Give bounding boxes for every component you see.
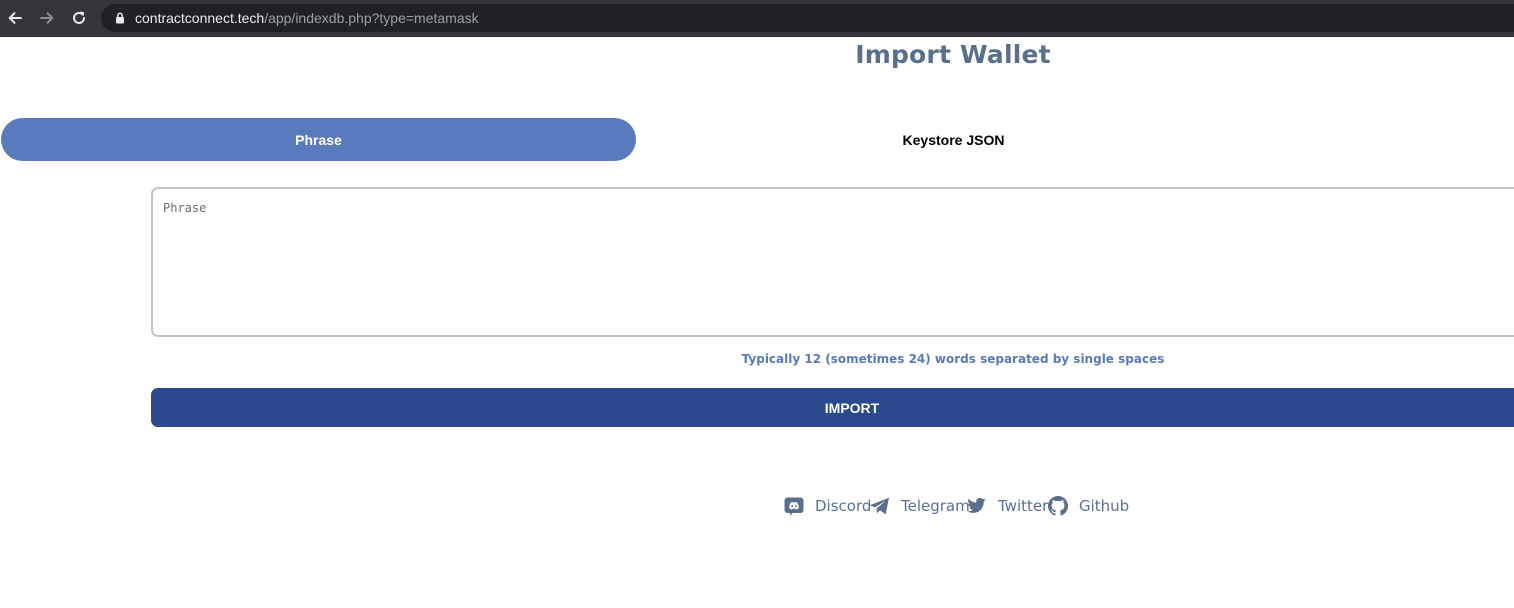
phrase-textarea[interactable]	[153, 189, 1514, 335]
lock-icon	[116, 12, 124, 24]
github-label: Github	[1079, 497, 1130, 515]
back-button[interactable]	[3, 6, 27, 30]
browser-toolbar: contractconnect.tech/app/indexdb.php?typ…	[0, 0, 1514, 37]
telegram-link[interactable]: Telegram	[869, 494, 970, 518]
telegram-icon	[869, 496, 890, 516]
url-host: contractconnect.tech	[135, 10, 265, 26]
back-arrow-icon	[8, 12, 22, 24]
tab-keystore-json[interactable]: Keystore JSON	[636, 118, 1271, 161]
twitter-icon	[966, 496, 987, 516]
url-text: contractconnect.tech/app/indexdb.php?typ…	[135, 10, 479, 26]
forward-arrow-icon	[40, 12, 54, 24]
github-icon	[1048, 496, 1068, 516]
page-title: Import Wallet	[855, 40, 1051, 69]
tab-phrase[interactable]: Phrase	[1, 118, 636, 161]
discord-link[interactable]: Discord	[784, 494, 871, 518]
import-button[interactable]: IMPORT	[151, 388, 1514, 427]
twitter-link[interactable]: Twitter	[966, 494, 1048, 518]
telegram-label: Telegram	[901, 497, 970, 515]
phrase-hint: Typically 12 (sometimes 24) words separa…	[741, 352, 1165, 366]
discord-icon	[784, 496, 804, 516]
forward-button[interactable]	[35, 6, 59, 30]
address-bar[interactable]: contractconnect.tech/app/indexdb.php?typ…	[101, 4, 1514, 32]
discord-label: Discord	[815, 497, 872, 515]
github-link[interactable]: Github	[1048, 494, 1129, 518]
reload-button[interactable]	[67, 6, 91, 30]
phrase-field	[151, 187, 1514, 337]
twitter-label: Twitter	[998, 497, 1049, 515]
reload-icon	[73, 11, 85, 24]
url-path: /app/indexdb.php?type=metamask	[264, 10, 479, 26]
